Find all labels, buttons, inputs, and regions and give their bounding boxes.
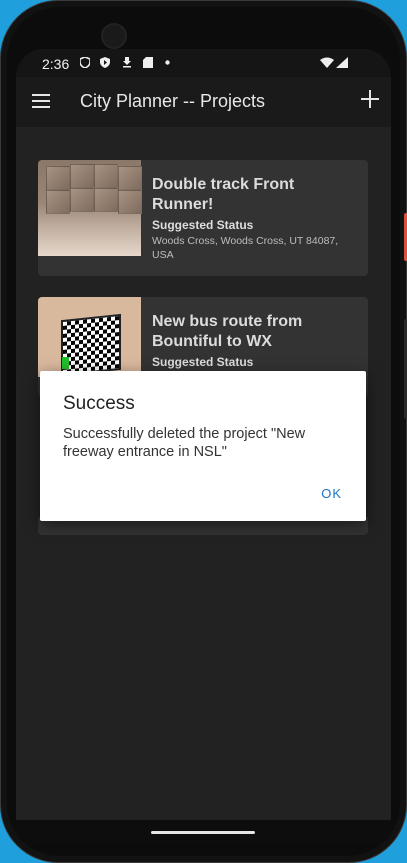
navigation-bar bbox=[16, 820, 391, 844]
dialog-overlay: Success Successfully deleted the project… bbox=[16, 49, 391, 844]
device-frame: 2:36 City Planner -- Projects Double tra… bbox=[0, 0, 407, 863]
dialog-message: Successfully deleted the project "New fr… bbox=[63, 426, 306, 460]
dialog-title: Success bbox=[63, 393, 135, 414]
front-camera bbox=[101, 23, 127, 49]
ok-button[interactable]: OK bbox=[317, 482, 346, 505]
screen: 2:36 City Planner -- Projects Double tra… bbox=[16, 49, 391, 844]
success-dialog: Success Successfully deleted the project… bbox=[40, 371, 366, 521]
home-handle[interactable] bbox=[151, 831, 255, 834]
